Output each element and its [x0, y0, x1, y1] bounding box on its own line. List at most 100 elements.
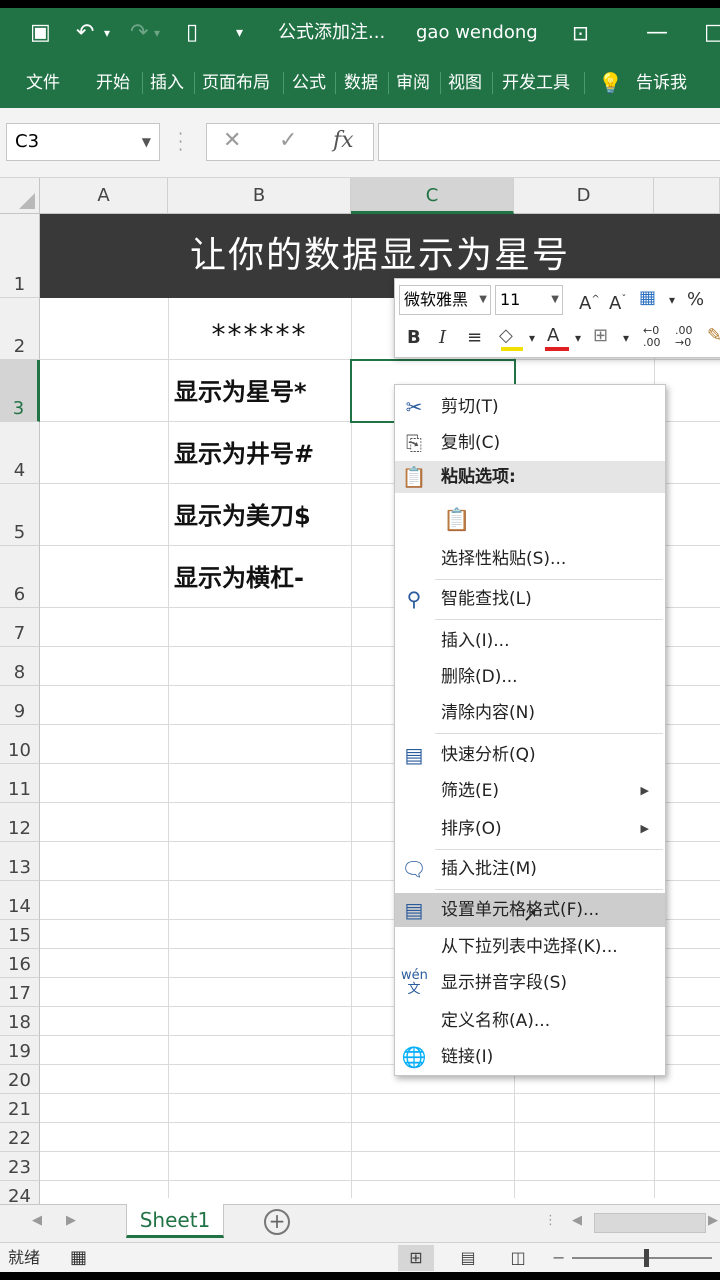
font-name-select[interactable]: 微软雅黑 ▼: [399, 285, 491, 315]
tab-page-layout[interactable]: 页面布局: [202, 70, 270, 96]
row-header-14[interactable]: 14: [0, 881, 40, 920]
row-header-18[interactable]: 18: [0, 1007, 40, 1036]
enter-icon[interactable]: ✓: [279, 128, 297, 153]
row-header-5[interactable]: 5: [0, 484, 40, 546]
zoom-slider-thumb[interactable]: [644, 1249, 649, 1267]
normal-view-icon[interactable]: ⊞: [398, 1245, 434, 1271]
fill-color-icon[interactable]: ◇: [499, 323, 513, 349]
row-header-22[interactable]: 22: [0, 1123, 40, 1152]
row-header-17[interactable]: 17: [0, 978, 40, 1007]
decrease-font-icon[interactable]: Aˇ: [609, 287, 626, 317]
zoom-slider[interactable]: [572, 1257, 712, 1259]
menu-item-paste-special[interactable]: 选择性粘贴(S)...: [395, 543, 665, 575]
italic-icon[interactable]: I: [439, 325, 446, 351]
select-all-corner[interactable]: [0, 178, 40, 214]
name-box-dropdown-icon[interactable]: ▼: [142, 124, 151, 160]
row-header-19[interactable]: 19: [0, 1036, 40, 1065]
row-header-15[interactable]: 15: [0, 920, 40, 949]
menu-item-copy[interactable]: ⎘ 复制(C): [395, 427, 665, 459]
fill-dropdown-icon[interactable]: ▾: [529, 325, 535, 351]
tell-me-search[interactable]: 告诉我: [636, 70, 687, 96]
undo-dropdown-icon[interactable]: ▾: [104, 18, 110, 48]
add-sheet-icon[interactable]: +: [264, 1209, 290, 1235]
align-center-icon[interactable]: ≡: [467, 325, 482, 351]
row-header-12[interactable]: 12: [0, 803, 40, 842]
sheet-tab-sheet1[interactable]: Sheet1: [126, 1204, 224, 1238]
zoom-out-icon[interactable]: −: [552, 1243, 565, 1272]
scroll-left-icon[interactable]: ◀: [572, 1213, 582, 1228]
cancel-icon[interactable]: ✕: [223, 128, 241, 153]
tab-review[interactable]: 审阅: [396, 70, 430, 96]
menu-item-clear-contents[interactable]: 清除内容(N): [395, 697, 665, 729]
row-header-23[interactable]: 23: [0, 1152, 40, 1181]
menu-item-format-cells[interactable]: ▤ 设置单元格格式(F)... ➚: [395, 893, 665, 927]
tab-view[interactable]: 视图: [448, 70, 482, 96]
tab-developer[interactable]: 开发工具: [502, 70, 570, 96]
menu-item-link[interactable]: 🌐 链接(I): [395, 1041, 665, 1073]
menu-item-delete[interactable]: 删除(D)...: [395, 661, 665, 693]
menu-item-phonetic[interactable]: wén 文显示拼音字段(S): [395, 967, 665, 999]
cell-b3[interactable]: 显示为星号*: [168, 364, 351, 420]
font-size-select[interactable]: 11 ▼: [495, 285, 563, 315]
next-sheet-icon[interactable]: ▶: [66, 1213, 76, 1228]
row-header-8[interactable]: 8: [0, 647, 40, 686]
row-header-4[interactable]: 4: [0, 422, 40, 484]
row-header-21[interactable]: 21: [0, 1094, 40, 1123]
name-box[interactable]: C3 ▼: [6, 123, 160, 161]
row-header-9[interactable]: 9: [0, 686, 40, 725]
menu-item-define-name[interactable]: 定义名称(A)...: [395, 1005, 665, 1037]
borders-dropdown-icon[interactable]: ▾: [623, 325, 629, 351]
cell-b2[interactable]: ******: [168, 310, 351, 360]
menu-item-quick-analysis[interactable]: ▤ 快速分析(Q): [395, 739, 665, 771]
tab-formulas[interactable]: 公式: [292, 70, 326, 96]
borders-icon[interactable]: ⊞: [593, 323, 608, 349]
format-painter-style-icon[interactable]: ▦: [639, 285, 656, 311]
font-color-dropdown-icon[interactable]: ▾: [575, 325, 581, 351]
menu-item-cut[interactable]: ✂ 剪切(T): [395, 391, 665, 423]
prev-sheet-icon[interactable]: ◀: [32, 1213, 42, 1228]
percent-style-icon[interactable]: %: [687, 287, 704, 313]
insert-function-icon[interactable]: fx: [333, 128, 354, 153]
menu-item-smart-lookup[interactable]: ⚲ 智能查找(L): [395, 583, 665, 615]
tab-data[interactable]: 数据: [344, 70, 378, 96]
decrease-decimal-icon[interactable]: .00 →0: [675, 325, 693, 349]
customize-toolbar-icon[interactable]: ▾: [236, 18, 243, 48]
font-dropdown-icon[interactable]: ▼: [479, 286, 487, 314]
tab-insert[interactable]: 插入: [150, 70, 184, 96]
column-header-b[interactable]: B: [168, 178, 351, 214]
tab-home[interactable]: 开始: [96, 70, 130, 96]
row-header-1[interactable]: 1: [0, 214, 40, 298]
row-header-2[interactable]: 2: [0, 298, 40, 360]
drag-handle-icon[interactable]: · · ·: [178, 126, 183, 158]
row-header-16[interactable]: 16: [0, 949, 40, 978]
page-layout-view-icon[interactable]: ▤: [450, 1245, 486, 1271]
formula-input[interactable]: [378, 123, 720, 161]
cell-b5[interactable]: 显示为美刀$: [168, 488, 351, 544]
row-header-20[interactable]: 20: [0, 1065, 40, 1094]
user-name[interactable]: gao wendong: [416, 20, 538, 46]
cell-b6[interactable]: 显示为横杠-: [168, 550, 351, 606]
menu-item-insert-comment[interactable]: 🗨 插入批注(M): [395, 853, 665, 885]
paste-values-button[interactable]: 📋: [395, 501, 665, 541]
font-color-icon[interactable]: A: [547, 323, 559, 349]
row-header-10[interactable]: 10: [0, 725, 40, 764]
column-header-d[interactable]: D: [514, 178, 654, 214]
row-header-13[interactable]: 13: [0, 842, 40, 881]
bold-icon[interactable]: B: [407, 325, 421, 351]
column-header-a[interactable]: A: [40, 178, 168, 214]
row-header-7[interactable]: 7: [0, 608, 40, 647]
tab-file[interactable]: 文件: [26, 70, 60, 96]
style-dropdown-icon[interactable]: ▾: [669, 287, 675, 313]
horizontal-scrollbar[interactable]: [594, 1213, 706, 1233]
size-dropdown-icon[interactable]: ▼: [551, 286, 559, 314]
row-header-6[interactable]: 6: [0, 546, 40, 608]
ribbon-display-icon[interactable]: ⊡: [572, 18, 589, 48]
format-painter-icon[interactable]: ✎: [707, 323, 720, 349]
row-header-3[interactable]: 3: [0, 360, 40, 422]
increase-font-icon[interactable]: A^: [579, 287, 600, 317]
cell-b4[interactable]: 显示为井号#: [168, 426, 351, 482]
column-header-c[interactable]: C: [351, 178, 514, 214]
save-icon[interactable]: ▣: [30, 18, 51, 48]
macro-record-icon[interactable]: ▦: [70, 1243, 87, 1272]
minimize-icon[interactable]: —: [646, 18, 668, 48]
